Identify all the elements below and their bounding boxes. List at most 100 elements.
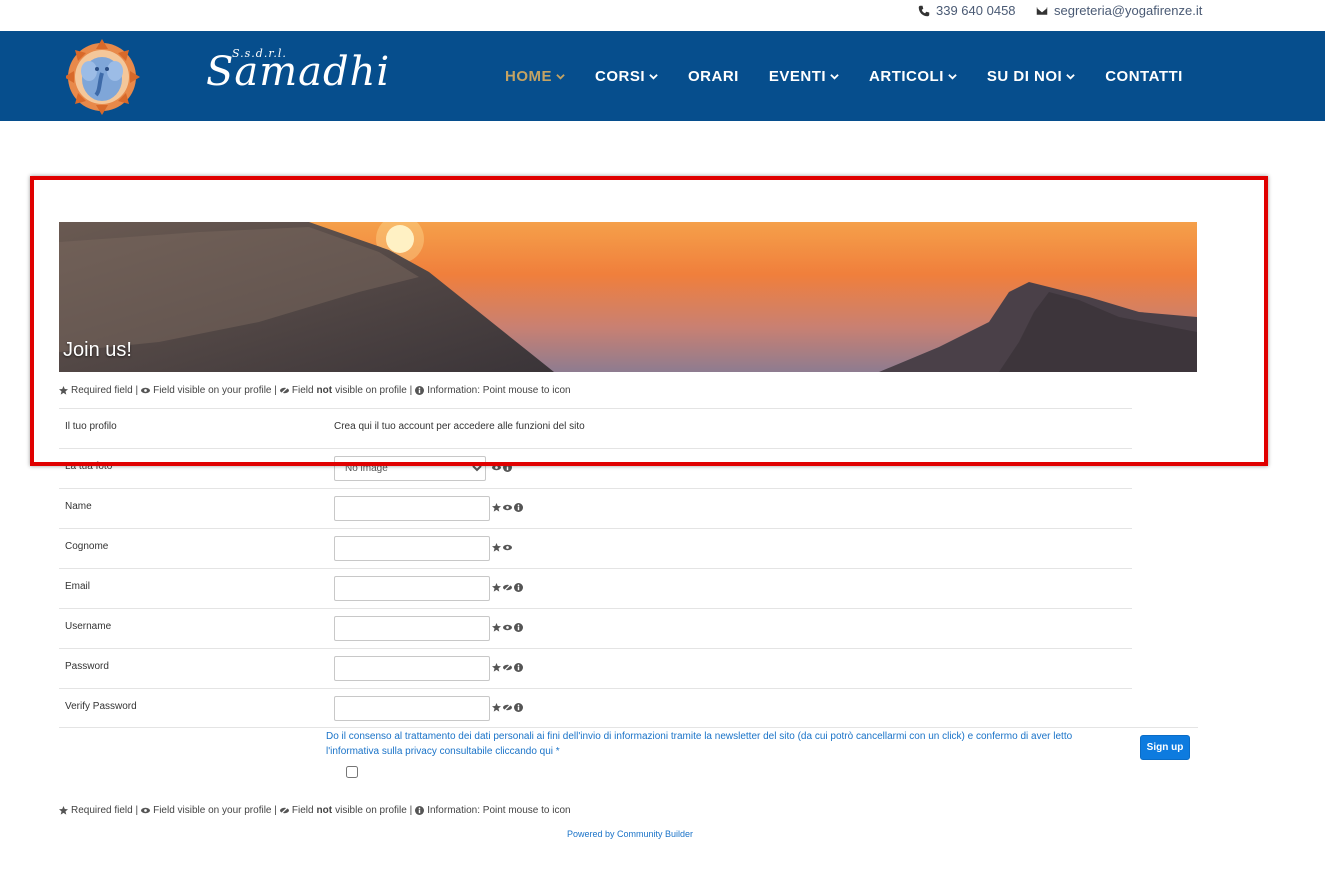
nav-label: CONTATTI: [1105, 67, 1183, 85]
field-icons: [492, 583, 523, 592]
field-icons: [492, 623, 523, 632]
eye-slash-icon: [503, 663, 512, 672]
email-address: segreteria@yogafirenze.it: [1054, 3, 1203, 18]
envelope-icon: [1036, 6, 1048, 15]
banner-title: Join us!: [63, 339, 132, 361]
eye-icon: [141, 807, 151, 814]
name-input[interactable]: [334, 496, 490, 521]
phone-contact[interactable]: 339 640 0458: [918, 3, 1016, 18]
field-icons: [492, 463, 512, 472]
password-label: Password: [65, 661, 109, 672]
legend-not-visible: visible on profile |: [335, 805, 413, 816]
photo-select[interactable]: No image: [334, 456, 486, 481]
info-circle-icon[interactable]: [514, 583, 523, 592]
nav-item-home[interactable]: HOME: [505, 68, 565, 85]
legend-visible: Field visible on your profile |: [153, 385, 277, 396]
form-row-password: Password: [59, 648, 1132, 688]
info-circle-icon[interactable]: [514, 703, 523, 712]
form-row-email: Email: [59, 568, 1132, 608]
profile-label: Il tuo profilo: [65, 421, 117, 432]
legend-top: Required field | Field visible on your p…: [59, 385, 571, 396]
verify-password-label: Verify Password: [65, 701, 137, 712]
main-navbar: S.s.d.r.l. Samadhi HOME CORSI ORARI EVEN…: [0, 31, 1325, 121]
verify-password-input[interactable]: [334, 696, 490, 721]
nav-item-eventi[interactable]: EVENTI: [769, 68, 839, 85]
star-icon: [59, 806, 68, 815]
phone-icon: [918, 5, 930, 16]
sunset-mountain-image: [59, 222, 1197, 372]
site-logo[interactable]: S.s.d.r.l. Samadhi: [66, 39, 389, 115]
field-icons: [492, 703, 523, 712]
chevron-down-icon: [556, 73, 565, 80]
join-banner: Join us!: [59, 222, 1197, 372]
email-contact[interactable]: segreteria@yogafirenze.it: [1036, 3, 1202, 18]
form-row-username: Username: [59, 608, 1132, 648]
eye-icon: [503, 504, 512, 511]
nav-item-contatti[interactable]: CONTATTI: [1105, 68, 1183, 85]
info-circle-icon: [415, 806, 425, 815]
cognome-label: Cognome: [65, 541, 109, 552]
registration-form: Il tuo profilo Crea qui il tuo account p…: [59, 408, 1132, 728]
chevron-down-icon: [649, 73, 658, 80]
nav-item-su-di-noi[interactable]: SU DI NOI: [987, 68, 1075, 85]
email-label: Email: [65, 581, 91, 592]
info-circle-icon[interactable]: [514, 503, 523, 512]
star-icon: [492, 703, 501, 712]
chevron-down-icon: [1066, 73, 1075, 80]
legend-info: Information: Point mouse to icon: [427, 805, 571, 816]
sign-up-button[interactable]: Sign up: [1140, 735, 1190, 760]
username-input[interactable]: [334, 616, 490, 641]
form-row-verify-password: Verify Password: [59, 688, 1132, 728]
divider: [1132, 727, 1198, 728]
privacy-consent-checkbox[interactable]: [346, 766, 358, 778]
legend-visible: Field visible on your profile |: [153, 805, 277, 816]
chevron-down-icon: [830, 73, 839, 80]
chevron-down-icon: [948, 73, 957, 80]
username-label: Username: [65, 621, 112, 632]
legend-info: Information: Point mouse to icon: [427, 385, 571, 396]
legend-required: Required field |: [71, 385, 139, 396]
nav-label: HOME: [505, 67, 552, 85]
eye-slash-icon: [279, 806, 289, 815]
password-input[interactable]: [334, 656, 490, 681]
field-icons: [492, 503, 523, 512]
legend-field: Field: [291, 805, 314, 816]
eye-icon: [492, 464, 501, 471]
photo-label: La tua foto: [65, 461, 113, 472]
ganesha-logo-icon: [66, 39, 140, 115]
eye-slash-icon: [279, 386, 289, 395]
form-row-cognome: Cognome: [59, 528, 1132, 568]
eye-icon: [141, 387, 151, 394]
info-circle-icon: [415, 386, 425, 395]
privacy-consent-link[interactable]: Do il consenso al trattamento dei dati p…: [326, 729, 1096, 759]
cognome-input[interactable]: [334, 536, 490, 561]
main-nav: HOME CORSI ORARI EVENTI ARTICOLI SU DI N…: [490, 31, 1198, 121]
nav-label: SU DI NOI: [986, 67, 1063, 85]
legend-required: Required field |: [71, 805, 139, 816]
legend-not: not: [316, 385, 333, 396]
nav-label: CORSI: [595, 67, 646, 85]
field-icons: [492, 543, 512, 552]
email-input[interactable]: [334, 576, 490, 601]
star-icon: [492, 543, 501, 552]
star-icon: [59, 386, 68, 395]
info-circle-icon[interactable]: [514, 623, 523, 632]
powered-by-link[interactable]: Powered by Community Builder: [567, 829, 693, 839]
nav-item-orari[interactable]: ORARI: [688, 68, 739, 85]
nav-item-articoli[interactable]: ARTICOLI: [869, 68, 957, 85]
nav-label: ORARI: [688, 67, 739, 85]
field-icons: [492, 663, 523, 672]
nav-label: EVENTI: [768, 67, 827, 85]
eye-slash-icon: [503, 703, 512, 712]
top-contact-bar: 339 640 0458 segreteria@yogafirenze.it: [0, 0, 1325, 31]
form-row-name: Name: [59, 488, 1132, 528]
form-row-profile: Il tuo profilo Crea qui il tuo account p…: [59, 408, 1132, 448]
eye-slash-icon: [503, 583, 512, 592]
star-icon: [492, 663, 501, 672]
nav-item-corsi[interactable]: CORSI: [595, 68, 658, 85]
star-icon: [492, 623, 501, 632]
info-circle-icon[interactable]: [503, 463, 512, 472]
legend-bottom: Required field | Field visible on your p…: [59, 805, 571, 816]
info-circle-icon[interactable]: [514, 663, 523, 672]
star-icon: [492, 583, 501, 592]
